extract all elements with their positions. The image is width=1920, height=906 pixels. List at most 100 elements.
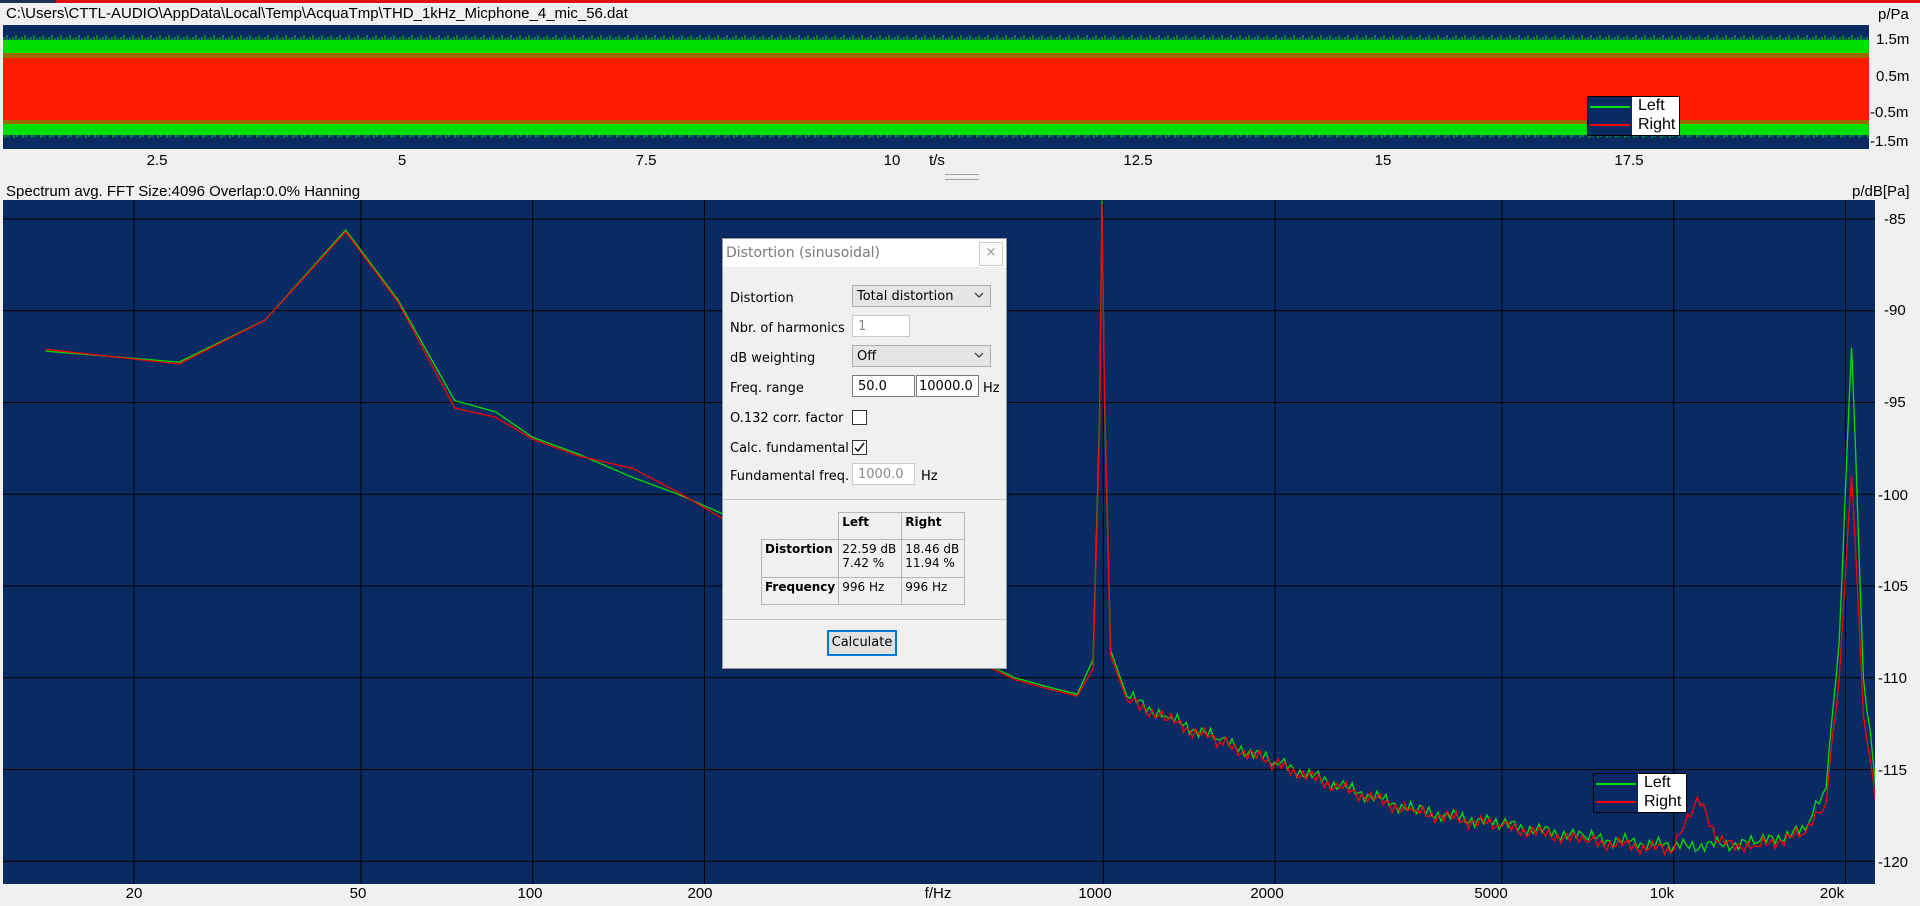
spectrum-info: Spectrum avg. FFT Size:4096 Overlap:0.0%… xyxy=(6,183,361,200)
dialog-separator xyxy=(723,619,1006,620)
cell-distortion-right: 18.46 dB 11.94 % xyxy=(901,539,966,578)
waveform-y-unit: p/Pa xyxy=(1878,6,1909,23)
panel-splitter[interactable] xyxy=(945,174,979,180)
calc-fundamental-label: Calc. fundamental xyxy=(730,441,849,456)
spectrum-x-tick: 200 xyxy=(687,885,713,902)
col-header-left: Left xyxy=(838,512,903,540)
fundamental-freq-input[interactable]: 1000.0 xyxy=(852,463,915,485)
table-corner xyxy=(761,512,840,540)
spectrum-x-unit: f/Hz xyxy=(924,885,952,902)
spectrum-x-tick: 20 xyxy=(125,885,143,902)
waveform-x-tick: 7.5 xyxy=(635,152,657,169)
results-table: Left Right Distortion 22.59 dB 7.42 % 18… xyxy=(760,512,966,605)
spectrum-y-tick: -95 xyxy=(1884,394,1906,411)
table-row: Distortion 22.59 dB 7.42 % 18.46 dB 11.9… xyxy=(760,539,966,578)
distortion-dialog: Distortion (sinusoidal) × Distortion Tot… xyxy=(722,238,1007,669)
weighting-label: dB weighting xyxy=(730,351,816,366)
legend-swatch xyxy=(1594,774,1638,812)
waveform-x-tick: 17.5 xyxy=(1614,152,1644,169)
waveform-y-tick: 0.5m xyxy=(1876,68,1910,85)
spectrum-y-unit: p/dB[Pa] xyxy=(1852,183,1910,200)
spectrum-y-tick: -110 xyxy=(1878,670,1907,687)
calc-fundamental-checkbox[interactable] xyxy=(852,440,867,455)
freq-min-value: 50.0 xyxy=(858,379,887,394)
waveform-x-tick: 12.5 xyxy=(1123,152,1153,169)
spectrum-y-tick: -90 xyxy=(1884,302,1906,319)
waveform-x-tick: 2.5 xyxy=(146,152,168,169)
waveform-x-tick: 5 xyxy=(397,152,407,169)
spectrum-x-tick: 100 xyxy=(517,885,543,902)
dialog-title: Distortion (sinusoidal) xyxy=(726,245,880,261)
spectrum-x-tick: 5000 xyxy=(1474,885,1508,902)
freq-unit: Hz xyxy=(983,381,1000,396)
freq-max-input[interactable]: 10000.0 xyxy=(916,375,979,397)
legend-line-right xyxy=(1590,124,1630,126)
waveform-x-tick: 10 xyxy=(883,152,901,169)
fundamental-freq-label: Fundamental freq. xyxy=(730,469,850,484)
waveform-x-unit: t/s xyxy=(929,152,945,169)
waveform-legend: Left Right xyxy=(1587,96,1680,136)
spectrum-x-tick: 1000 xyxy=(1078,885,1112,902)
dialog-titlebar[interactable]: Distortion (sinusoidal) × xyxy=(723,239,1006,267)
window-top-strip-dark xyxy=(0,0,56,3)
distortion-type-value: Total distortion xyxy=(857,289,954,304)
row-header-frequency: Frequency xyxy=(760,577,840,605)
spectrum-legend: Left Right xyxy=(1593,773,1687,813)
cell-frequency-left: 996 Hz xyxy=(838,577,903,605)
freq-range-label: Freq. range xyxy=(730,381,804,396)
spectrum-y-tick: -85 xyxy=(1884,211,1906,228)
window-top-strip xyxy=(0,0,1920,3)
dialog-separator xyxy=(723,499,1006,500)
spectrum-x-tick: 50 xyxy=(349,885,367,902)
distortion-right-pct: 11.94 % xyxy=(905,556,955,570)
close-button[interactable]: × xyxy=(979,242,1003,266)
spectrum-x-tick: 20k xyxy=(1819,885,1845,902)
waveform-plot[interactable]: Left Right xyxy=(3,25,1869,149)
legend-swatch xyxy=(1588,97,1632,135)
fundamental-freq-unit: Hz xyxy=(921,469,938,484)
distortion-type-select[interactable]: Total distortion xyxy=(852,285,991,307)
spectrum-y-tick: -120 xyxy=(1878,854,1909,871)
fundamental-freq-value: 1000.0 xyxy=(858,467,904,482)
distortion-right-db: 18.46 dB xyxy=(905,542,960,556)
table-row: Frequency 996 Hz 996 Hz xyxy=(760,577,966,605)
cell-distortion-left: 22.59 dB 7.42 % xyxy=(838,539,903,578)
checkmark-icon xyxy=(854,442,865,453)
spectrum-y-tick: -100 xyxy=(1878,487,1909,504)
spectrum-x-tick: 2000 xyxy=(1250,885,1284,902)
weighting-select[interactable]: Off xyxy=(852,345,991,367)
row-header-distortion: Distortion xyxy=(760,539,840,578)
cell-frequency-right: 996 Hz xyxy=(901,577,966,605)
legend-label-left: Left xyxy=(1638,97,1665,114)
chevron-down-icon xyxy=(974,292,984,298)
file-path: C:\Users\CTTL-AUDIO\AppData\Local\Temp\A… xyxy=(6,5,628,22)
weighting-value: Off xyxy=(857,349,877,364)
legend-label-right: Right xyxy=(1638,116,1676,133)
distortion-left-db: 22.59 dB xyxy=(842,542,897,556)
legend-line-left xyxy=(1596,783,1636,785)
waveform-x-tick: 15 xyxy=(1374,152,1392,169)
calculate-button[interactable]: Calculate xyxy=(827,630,897,656)
col-header-right: Right xyxy=(901,512,966,540)
chevron-down-icon xyxy=(974,352,984,358)
waveform-y-tick: -0.5m xyxy=(1870,104,1909,121)
spectrum-x-tick: 10k xyxy=(1649,885,1675,902)
harmonics-value: 1 xyxy=(858,319,867,334)
legend-line-left xyxy=(1590,106,1630,108)
freq-min-input[interactable]: 50.0 xyxy=(852,375,915,397)
o132-checkbox[interactable] xyxy=(852,410,867,425)
spectrum-y-tick: -105 xyxy=(1878,578,1909,595)
waveform-y-tick: 1.5m xyxy=(1876,31,1910,48)
waveform-y-tick: -1.5m xyxy=(1870,133,1909,150)
freq-max-value: 10000.0 xyxy=(919,379,973,394)
spectrum-y-tick: -115 xyxy=(1878,762,1907,779)
o132-label: O.132 corr. factor xyxy=(730,411,844,426)
legend-label-right: Right xyxy=(1644,793,1682,810)
distortion-label: Distortion xyxy=(730,291,794,306)
distortion-left-pct: 7.42 % xyxy=(842,556,885,570)
harmonics-label: Nbr. of harmonics xyxy=(730,321,845,336)
table-row: Left Right xyxy=(761,512,966,540)
legend-label-left: Left xyxy=(1644,774,1671,791)
legend-line-right xyxy=(1596,801,1636,803)
harmonics-input[interactable]: 1 xyxy=(852,315,910,337)
